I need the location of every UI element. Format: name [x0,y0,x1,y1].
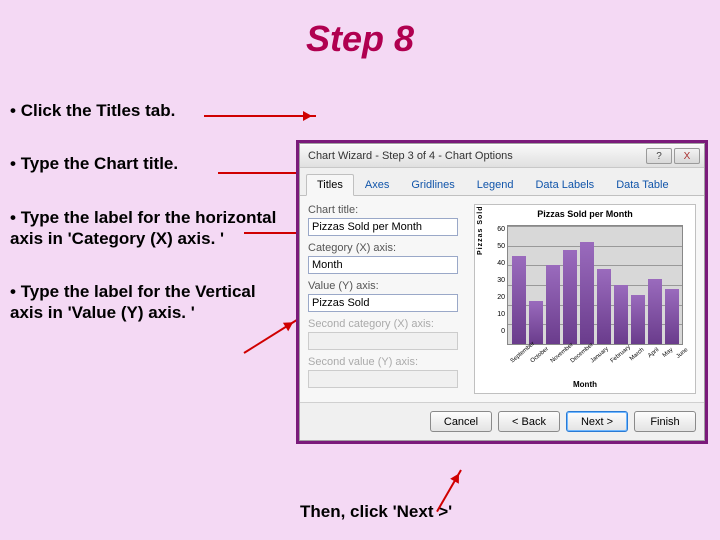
tab-gridlines[interactable]: Gridlines [400,174,465,196]
chart-x-axis-label: Month [475,380,695,389]
ytick: 50 [493,238,505,255]
slide-title: Step 8 [0,0,720,74]
chart-plot-area [507,225,683,345]
second-value-y-label: Second value (Y) axis: [308,356,468,368]
xtick: April [645,347,660,361]
tab-data-table[interactable]: Data Table [605,174,679,196]
dialog-titlebar: Chart Wizard - Step 3 of 4 - Chart Optio… [300,144,704,168]
ytick: 40 [493,255,505,272]
tab-data-labels[interactable]: Data Labels [524,174,605,196]
help-button[interactable]: ? [646,148,672,164]
instruction-item: • Type the label for the horizontal axis… [10,207,290,250]
tab-titles[interactable]: Titles [306,174,354,196]
ytick: 10 [493,306,505,323]
finish-button[interactable]: Finish [634,411,696,432]
xtick: May [659,347,674,361]
category-x-label: Category (X) axis: [308,242,468,254]
dialog-button-bar: Cancel < Back Next > Finish [300,402,704,440]
instruction-item: • Type the label for the Vertical axis i… [10,281,290,324]
chart-title-input[interactable] [308,218,458,236]
ytick: 30 [493,272,505,289]
next-button[interactable]: Next > [566,411,628,432]
chart-preview-title: Pizzas Sold per Month [475,205,695,219]
back-button[interactable]: < Back [498,411,560,432]
second-category-x-input [308,332,458,350]
second-value-y-input [308,370,458,388]
second-category-x-label: Second category (X) axis: [308,318,468,330]
instruction-text: Click the Titles tab. [21,101,176,120]
chart-bar [529,301,543,344]
ytick: 20 [493,289,505,306]
xtick: February [610,347,629,364]
chart-preview: Pizzas Sold per Month Pizzas Sold 60 50 … [474,204,696,394]
chart-bar [648,279,662,344]
tab-legend[interactable]: Legend [466,174,525,196]
arrow-to-titles-tab [204,115,316,117]
ytick: 0 [493,323,505,340]
ytick: 60 [493,221,505,238]
category-x-input[interactable] [308,256,458,274]
instruction-list: • Click the Titles tab. • Type the Chart… [10,100,290,356]
xtick: December [570,347,589,364]
chart-bar [563,250,577,344]
chart-title-label: Chart title: [308,204,468,216]
xtick: November [550,347,569,364]
instruction-item: • Click the Titles tab. [10,100,290,121]
chart-bar [546,265,560,344]
value-y-input[interactable] [308,294,458,312]
chart-bar [631,295,645,344]
xtick: October [530,347,549,364]
close-button[interactable]: X [674,148,700,164]
tab-bar: Titles Axes Gridlines Legend Data Labels… [300,168,704,196]
chart-x-ticks: SeptemberOctoberNovemberDecemberJanuaryF… [505,347,685,353]
chart-bar [580,242,594,344]
chart-y-axis-label: Pizzas Sold [477,205,484,255]
xtick: September [510,347,529,364]
chart-bar [512,256,526,345]
form-column: Chart title: Category (X) axis: Value (Y… [308,204,468,394]
chart-bar [665,289,679,344]
instruction-text: Type the Chart title. [21,154,178,173]
chart-bar [597,269,611,344]
value-y-label: Value (Y) axis: [308,280,468,292]
footer-instruction: Then, click 'Next >' [300,502,452,522]
instruction-text: Type the label for the horizontal axis i… [10,208,276,248]
xtick: June [674,347,689,361]
cancel-button[interactable]: Cancel [430,411,492,432]
instruction-text: Type the label for the Vertical axis in … [10,282,256,322]
dialog-body: Chart title: Category (X) axis: Value (Y… [300,196,704,402]
xtick: January [590,347,609,364]
chart-bar [614,285,628,344]
tab-axes[interactable]: Axes [354,174,400,196]
chart-wizard-dialog: Chart Wizard - Step 3 of 4 - Chart Optio… [296,140,708,444]
chart-y-ticks: 60 50 40 30 20 10 0 [493,221,505,340]
dialog-title: Chart Wizard - Step 3 of 4 - Chart Optio… [308,150,644,162]
